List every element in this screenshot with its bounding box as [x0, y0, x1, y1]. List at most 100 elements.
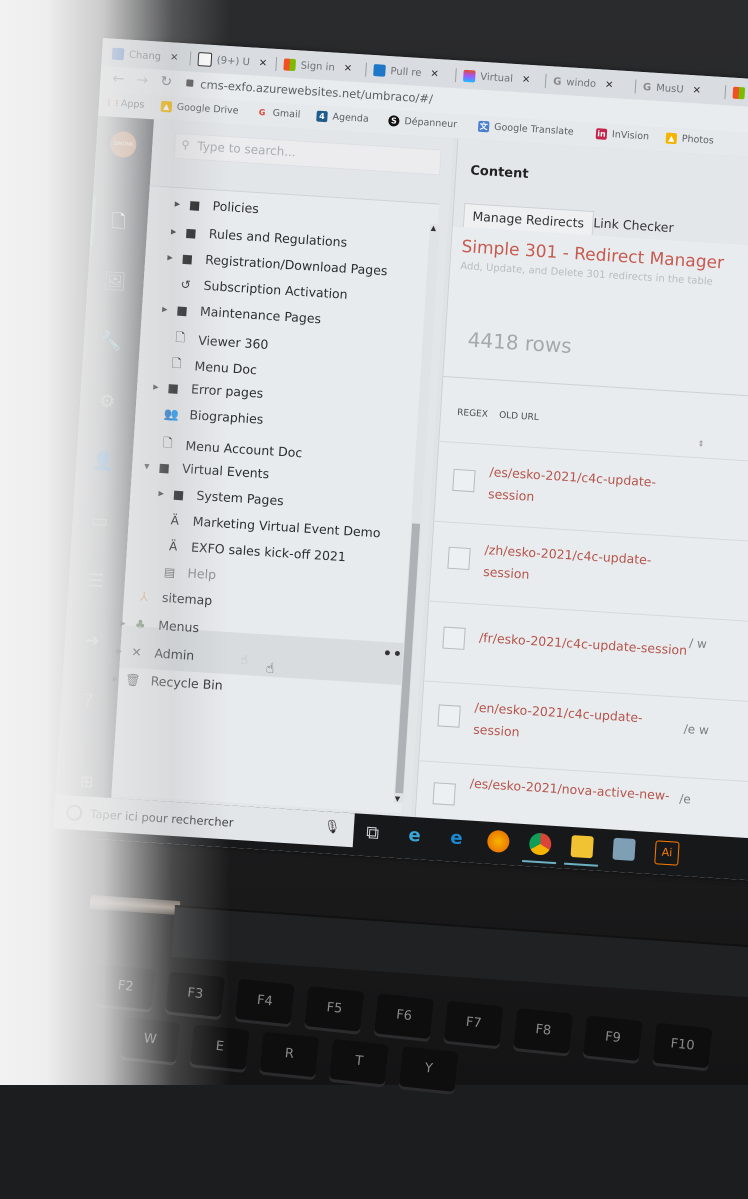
- tree-node[interactable]: ↺ Subscription Activation: [165, 275, 348, 302]
- tree-node[interactable]: ▶ ■ Rules and Regulations: [171, 224, 348, 250]
- bookmark-gmail[interactable]: G Gmail: [256, 107, 301, 121]
- bookmark-invision[interactable]: in InVision: [595, 128, 649, 142]
- illustrator-icon[interactable]: Ai: [654, 840, 680, 866]
- tree-node[interactable]: Ä Marketing Virtual Event Demo: [154, 511, 381, 541]
- caret-down-icon[interactable]: ▼: [144, 462, 154, 471]
- caret-right-icon[interactable]: ▶: [162, 305, 172, 314]
- caret-right-icon[interactable]: ▶: [158, 489, 168, 498]
- tree-node[interactable]: ▶ ■ Maintenance Pages: [162, 301, 322, 327]
- regex-checkbox[interactable]: [452, 468, 476, 493]
- bookmark-depanneur[interactable]: S Dépanneur: [388, 115, 457, 130]
- regex-checkbox[interactable]: [432, 782, 456, 806]
- tree-node[interactable]: ▶ ■ System Pages: [158, 485, 284, 508]
- new-url[interactable]: /e w: [683, 718, 709, 742]
- close-tab-icon[interactable]: ✕: [343, 63, 352, 75]
- file-explorer-icon[interactable]: [570, 835, 594, 859]
- scroll-down-icon[interactable]: ▼: [395, 795, 401, 803]
- old-url[interactable]: /es/esko-2021/nova-active-new-: [469, 773, 710, 810]
- microsoft-icon: [283, 58, 297, 72]
- user-icon[interactable]: 👤: [90, 448, 118, 476]
- browser-tab[interactable]: Chang ✕: [111, 43, 179, 69]
- close-tab-icon[interactable]: ✕: [605, 79, 614, 91]
- tree-node[interactable]: ⅄ sitemap: [124, 587, 213, 608]
- member-card-icon[interactable]: ▭: [86, 508, 114, 536]
- caret-right-icon[interactable]: ▶: [167, 253, 177, 262]
- old-url[interactable]: /en/esko-2021/c4c-update-session: [473, 697, 665, 753]
- old-url[interactable]: /zh/esko-2021/c4c-update-session: [483, 539, 675, 595]
- tree-node[interactable]: ▤ Help: [149, 563, 217, 582]
- task-view-icon[interactable]: ⧉: [361, 822, 384, 845]
- gear-icon[interactable]: ⚙: [93, 388, 121, 416]
- internet-explorer-icon[interactable]: e: [403, 824, 426, 847]
- bookmark-google-drive[interactable]: ▲ Google Drive: [160, 100, 239, 117]
- caret-right-icon[interactable]: ▶: [113, 674, 123, 683]
- back-icon[interactable]: ←: [112, 71, 125, 88]
- browser-tab[interactable]: Pull re ✕: [373, 59, 440, 85]
- chrome-icon[interactable]: [528, 832, 552, 856]
- browser-tab[interactable]: (9+) U ✕: [197, 48, 268, 74]
- forms-icon[interactable]: ☰: [82, 568, 110, 596]
- content-title: Content: [469, 163, 529, 182]
- regex-checkbox[interactable]: [437, 704, 461, 728]
- tree-node[interactable]: Ä EXFO sales kick-off 2021: [153, 537, 347, 565]
- edge-icon[interactable]: e: [445, 827, 468, 850]
- user-avatar[interactable]: SIMONE: [109, 130, 138, 159]
- browser-tab[interactable]: [732, 82, 746, 105]
- bookmark-agenda[interactable]: 4 Agenda: [316, 110, 369, 125]
- old-url[interactable]: /fr/esko-2021/c4c-update-session: [478, 627, 719, 664]
- browser-tab[interactable]: G MusU ✕: [642, 76, 702, 102]
- tree-node[interactable]: ▶ ■ Registration/Download Pages: [167, 249, 388, 278]
- tree-node[interactable]: 🗋 Menu Doc: [156, 353, 258, 380]
- close-tab-icon[interactable]: ✕: [170, 52, 179, 64]
- tree-node[interactable]: 🗋 Viewer 360: [160, 327, 269, 355]
- cortana-icon: [65, 804, 83, 822]
- close-tab-icon[interactable]: ✕: [522, 74, 531, 86]
- caret-right-icon[interactable]: ▶: [175, 199, 185, 208]
- arrow-right-icon[interactable]: ➜: [78, 628, 106, 656]
- firefox-icon[interactable]: [486, 829, 511, 854]
- column-header-old-url[interactable]: OLD URL: [499, 411, 539, 423]
- tree-node[interactable]: ▶ ■ Policies: [174, 196, 260, 216]
- bookmark-google-translate[interactable]: 文 Google Translate: [477, 120, 574, 138]
- caret-right-icon[interactable]: ▶: [153, 382, 163, 391]
- caret-right-icon[interactable]: ▶: [120, 619, 130, 628]
- close-tab-icon[interactable]: ✕: [692, 85, 701, 97]
- app-icon[interactable]: [612, 837, 636, 861]
- bookmark-apps[interactable]: ⋮⋮ Apps: [105, 97, 145, 110]
- browser-tab[interactable]: Sign in ✕: [283, 53, 353, 79]
- windows-start-icon[interactable]: ⊞: [80, 772, 93, 791]
- media-section-icon[interactable]: 🖼: [101, 268, 129, 296]
- tree-node[interactable]: 🗋 Menu Account Doc: [147, 433, 303, 464]
- bookmark-photos[interactable]: ▲ Photos: [665, 132, 714, 147]
- umbraco-app: SIMONE 🗋 🖼 🔧 ⚙ 👤 ▭ ☰ ➜ ? ⚲ Type to searc…: [55, 115, 748, 864]
- tree-node[interactable]: 👥 Biographies: [151, 405, 264, 427]
- caret-right-icon[interactable]: ▶: [171, 227, 181, 236]
- tree-node[interactable]: ▼ ■ Virtual Events: [144, 458, 270, 481]
- close-tab-icon[interactable]: ✕: [430, 68, 439, 80]
- wrench-settings-icon[interactable]: 🔧: [97, 328, 125, 356]
- folder-icon: ■: [175, 302, 189, 318]
- forward-icon[interactable]: →: [136, 72, 149, 89]
- search-icon: ⚲: [181, 138, 190, 152]
- content-section-icon[interactable]: 🗋: [105, 209, 133, 237]
- sort-icon[interactable]: ⇕: [697, 439, 704, 448]
- microphone-icon[interactable]: 🎙: [323, 819, 340, 835]
- regex-checkbox[interactable]: [442, 626, 466, 650]
- column-header-regex[interactable]: REGEX: [457, 408, 488, 420]
- browser-tab[interactable]: G windo ✕: [552, 70, 614, 96]
- scroll-up-icon[interactable]: ▲: [430, 224, 436, 232]
- help-icon[interactable]: ?: [75, 688, 103, 716]
- caret-right-icon[interactable]: ▶: [116, 647, 126, 656]
- old-url[interactable]: /es/esko-2021/c4c-update-session: [487, 461, 679, 517]
- browser-tab[interactable]: Virtual ✕: [462, 65, 531, 91]
- tree-node[interactable]: ▶ ■ Error pages: [153, 379, 264, 400]
- hand-cursor-icon: ☝: [265, 660, 275, 677]
- tree-node[interactable]: ▶ 🗑 Recycle Bin: [112, 671, 224, 693]
- document-icon: 🗋: [162, 435, 173, 451]
- new-url[interactable]: / w: [688, 632, 708, 655]
- tree-search-input[interactable]: ⚲ Type to search...: [173, 132, 442, 176]
- new-url[interactable]: /e: [679, 788, 692, 811]
- regex-checkbox[interactable]: [447, 546, 471, 571]
- reload-icon[interactable]: ↻: [160, 74, 173, 91]
- close-tab-icon[interactable]: ✕: [258, 57, 267, 69]
